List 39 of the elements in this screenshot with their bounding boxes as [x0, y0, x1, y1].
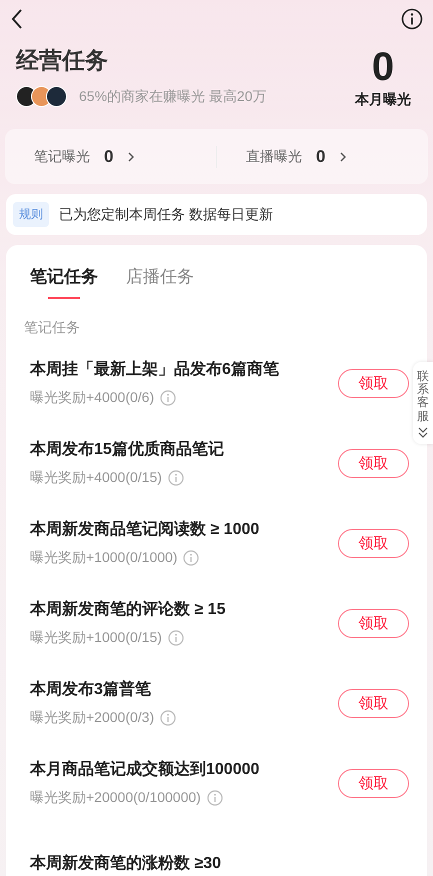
claim-button[interactable]: 领取 [338, 448, 409, 478]
monthly-exposure-label: 本月曝光 [355, 91, 411, 109]
task-title: 本周新发商笔的涨粉数 ≥30 [30, 853, 222, 874]
notice-text: 已为您定制本周任务 数据每日更新 [59, 206, 273, 224]
customer-service-tab[interactable]: 联系客服 [413, 362, 433, 444]
back-icon[interactable] [10, 8, 24, 30]
chevron-right-icon [339, 150, 348, 162]
task-title: 本月商品笔记成交额达到100000 [30, 759, 260, 780]
task-reward: 曝光奖励+4000(0/15) [30, 469, 162, 487]
stat-label: 笔记曝光 [34, 148, 90, 166]
claim-button[interactable]: 领取 [338, 528, 409, 558]
task-reward: 曝光奖励+2000(0/3) [30, 709, 154, 727]
chevron-right-icon [127, 150, 136, 162]
task-title: 本周新发商品笔记阅读数 ≥ 1000 [30, 519, 260, 540]
tab[interactable]: 笔记任务 [30, 265, 98, 309]
task-title: 本周发布15篇优质商品笔记 [30, 439, 225, 460]
page-title: 经营任务 [16, 46, 109, 75]
task-reward: 曝光奖励+1000(0/1000) [30, 549, 178, 567]
rules-tag[interactable]: 规则 [13, 202, 49, 227]
avatar-group [16, 86, 67, 107]
monthly-exposure-value: 0 [372, 45, 394, 89]
merchant-stat-text: 65%的商家在赚曝光 最高20万 [79, 88, 266, 106]
task-title: 本周新发商笔的评论数 ≥ 15 [30, 599, 226, 620]
task-reward: 曝光奖励+20000(0/100000) [30, 789, 201, 807]
section-title: 笔记任务 [23, 318, 81, 337]
stat-label: 直播曝光 [246, 148, 302, 166]
task-reward: 曝光奖励+1000(0/15) [30, 629, 162, 647]
stat-value: 0 [316, 146, 326, 166]
task-title: 本周发布3篇普笔 [30, 679, 152, 700]
tab[interactable]: 店播任务 [126, 265, 194, 309]
task-reward: 曝光奖励+4000(0/6) [30, 389, 154, 407]
claim-button[interactable]: 领取 [338, 688, 409, 718]
claim-button[interactable]: 领取 [338, 368, 409, 398]
task-title: 本周挂「最新上架」品发布6篇商笔 [30, 359, 280, 380]
double-chevron-down-icon [418, 426, 428, 438]
info-icon[interactable] [401, 8, 423, 30]
claim-button[interactable]: 领取 [338, 608, 409, 638]
claim-button[interactable]: 领取 [338, 768, 409, 798]
stat-value: 0 [104, 146, 114, 166]
